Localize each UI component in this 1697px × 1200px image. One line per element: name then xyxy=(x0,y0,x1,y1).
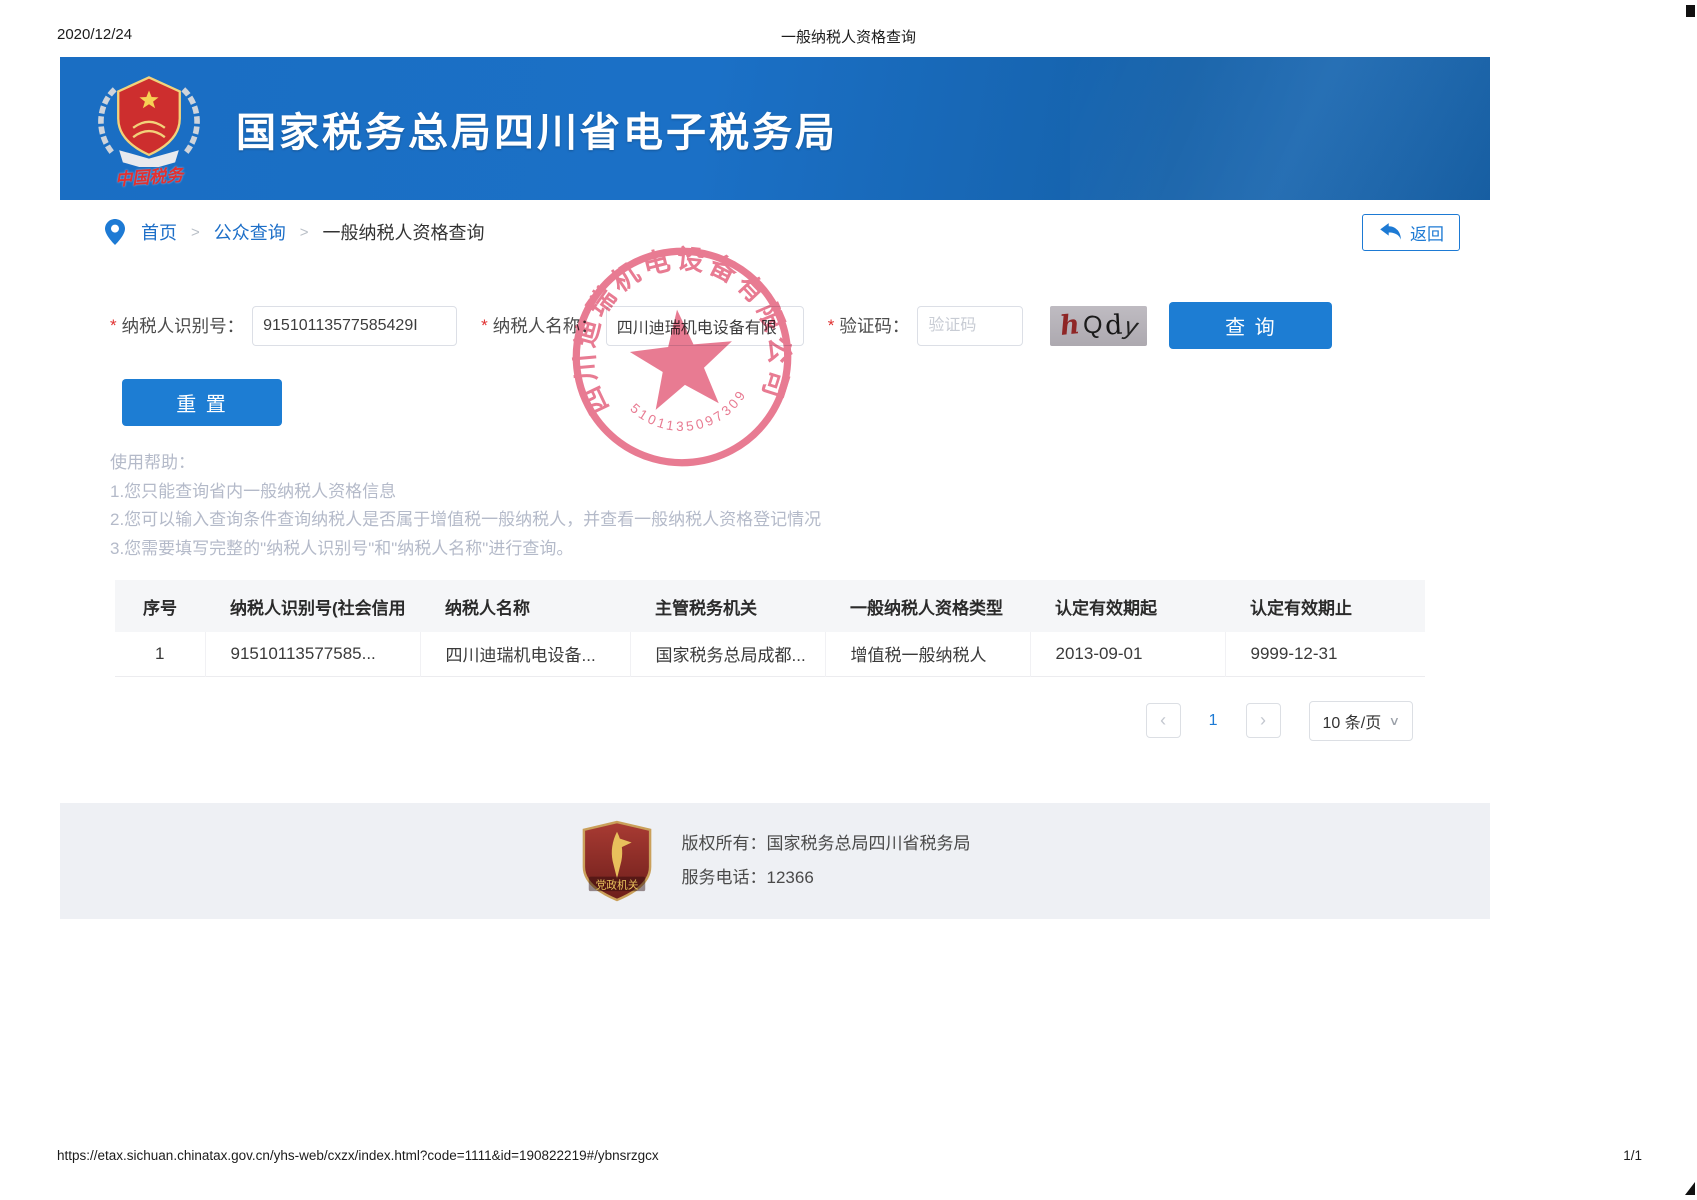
scan-artifact xyxy=(1686,5,1695,17)
required-mark: * xyxy=(481,316,488,336)
table-header-row: 序号 纳税人识别号(社会信用 纳税人名称 主管税务机关 一般纳税人资格类型 认定… xyxy=(115,580,1425,632)
site-title: 国家税务总局四川省电子税务局 xyxy=(236,100,838,158)
col-seq: 序号 xyxy=(115,580,205,632)
help-line: 3.您需要填写完整的"纳税人识别号"和"纳税人名称"进行查询。 xyxy=(110,535,1490,564)
cell-valid-from: 2013-09-01 xyxy=(1030,632,1225,676)
captcha-input[interactable] xyxy=(917,306,1023,346)
back-button-label: 返回 xyxy=(1410,220,1444,245)
col-taxpayer-id: 纳税人识别号(社会信用 xyxy=(205,580,420,632)
scan-artifact xyxy=(1685,1182,1695,1195)
pagination: ‹ 1 › 10 条/页 ∨ xyxy=(115,701,1425,741)
breadcrumb-current: 一般纳税人资格查询 xyxy=(323,219,485,245)
cell-taxpayer-name: 四川迪瑞机电设备... xyxy=(420,632,630,676)
page-size-value: 10 条/页 xyxy=(1323,709,1382,733)
captcha-char: h xyxy=(1058,309,1081,342)
back-button[interactable]: 返回 xyxy=(1362,214,1460,251)
query-form: * 纳税人识别号： * 纳税人名称： * 验证码： h Q d y 查 询 xyxy=(110,302,1490,349)
captcha-char: d xyxy=(1104,310,1123,342)
table-row: 1 91510113577585... 四川迪瑞机电设备... 国家税务总局成都… xyxy=(115,632,1425,676)
help-line: 1.您只能查询省内一般纳税人资格信息 xyxy=(110,478,1490,507)
col-taxpayer-name: 纳税人名称 xyxy=(420,580,630,632)
copyright-text: 版权所有：国家税务总局四川省税务局 xyxy=(682,827,971,861)
col-valid-from: 认定有效期起 xyxy=(1030,580,1225,632)
breadcrumb-public-query[interactable]: 公众查询 xyxy=(214,219,286,245)
captcha-char: Q xyxy=(1082,311,1103,341)
chevron-right-icon: › xyxy=(1260,710,1266,731)
cell-qualification-type: 增值税一般纳税人 xyxy=(825,632,1030,676)
col-qualification-type: 一般纳税人资格类型 xyxy=(825,580,1030,632)
logo-caption: 中国税务 xyxy=(114,160,184,190)
captcha-image[interactable]: h Q d y xyxy=(1050,306,1147,346)
required-mark: * xyxy=(110,316,117,336)
badge-text: 党政机关 xyxy=(595,878,638,891)
tax-bureau-logo: 中国税务 xyxy=(84,70,214,188)
query-button[interactable]: 查 询 xyxy=(1169,302,1332,349)
print-page-indicator: 1/1 xyxy=(1623,1148,1642,1163)
taxpayer-name-input[interactable] xyxy=(606,306,804,346)
main-content: * 纳税人识别号： * 纳税人名称： * 验证码： h Q d y 查 询 重 … xyxy=(60,264,1490,741)
cell-seq: 1 xyxy=(115,632,205,676)
taxpayer-id-label: 纳税人识别号： xyxy=(122,313,245,338)
page-footer: 党政机关 版权所有：国家税务总局四川省税务局 服务电话：12366 xyxy=(60,803,1490,919)
col-valid-to: 认定有效期止 xyxy=(1225,580,1425,632)
help-title: 使用帮助： xyxy=(110,449,1490,478)
chevron-down-icon: ∨ xyxy=(1389,714,1400,728)
reset-button[interactable]: 重 置 xyxy=(122,379,282,426)
return-arrow-icon xyxy=(1378,222,1403,242)
cell-tax-authority: 国家税务总局成都... xyxy=(630,632,825,676)
cell-valid-to: 9999-12-31 xyxy=(1225,632,1425,676)
taxpayer-id-input[interactable] xyxy=(252,306,457,346)
prev-page-button[interactable]: ‹ xyxy=(1146,703,1181,738)
breadcrumb-separator: > xyxy=(191,224,200,241)
col-tax-authority: 主管税务机关 xyxy=(630,580,825,632)
next-page-button[interactable]: › xyxy=(1246,703,1281,738)
taxpayer-name-label: 纳税人名称： xyxy=(493,313,598,338)
captcha-label: 验证码： xyxy=(839,313,909,338)
required-mark: * xyxy=(828,316,835,336)
print-url: https://etax.sichuan.chinatax.gov.cn/yhs… xyxy=(57,1148,659,1163)
page-number-current[interactable]: 1 xyxy=(1209,712,1218,730)
print-document-title: 一般纳税人资格查询 xyxy=(0,26,1697,47)
breadcrumb-separator: > xyxy=(300,224,309,241)
government-badge-logo: 党政机关 xyxy=(580,820,654,902)
captcha-char: y xyxy=(1123,312,1140,343)
usage-help: 使用帮助： 1.您只能查询省内一般纳税人资格信息 2.您可以输入查询条件查询纳税… xyxy=(110,449,1490,563)
chevron-left-icon: ‹ xyxy=(1160,710,1166,731)
page-size-select[interactable]: 10 条/页 ∨ xyxy=(1309,701,1414,741)
page: 中国税务 国家税务总局四川省电子税务局 首页 > 公众查询 > 一般纳税人资格查… xyxy=(60,57,1490,919)
location-pin-icon xyxy=(105,219,125,245)
service-phone: 服务电话：12366 xyxy=(682,861,971,895)
site-banner: 中国税务 国家税务总局四川省电子税务局 xyxy=(60,57,1490,200)
cell-taxpayer-id: 91510113577585... xyxy=(205,632,420,676)
breadcrumb-home[interactable]: 首页 xyxy=(141,219,177,245)
result-table: 序号 纳税人识别号(社会信用 纳税人名称 主管税务机关 一般纳税人资格类型 认定… xyxy=(115,580,1425,677)
breadcrumb: 首页 > 公众查询 > 一般纳税人资格查询 返回 xyxy=(60,200,1490,264)
help-line: 2.您可以输入查询条件查询纳税人是否属于增值税一般纳税人，并查看一般纳税人资格登… xyxy=(110,506,1490,535)
national-emblem-icon xyxy=(93,70,205,167)
